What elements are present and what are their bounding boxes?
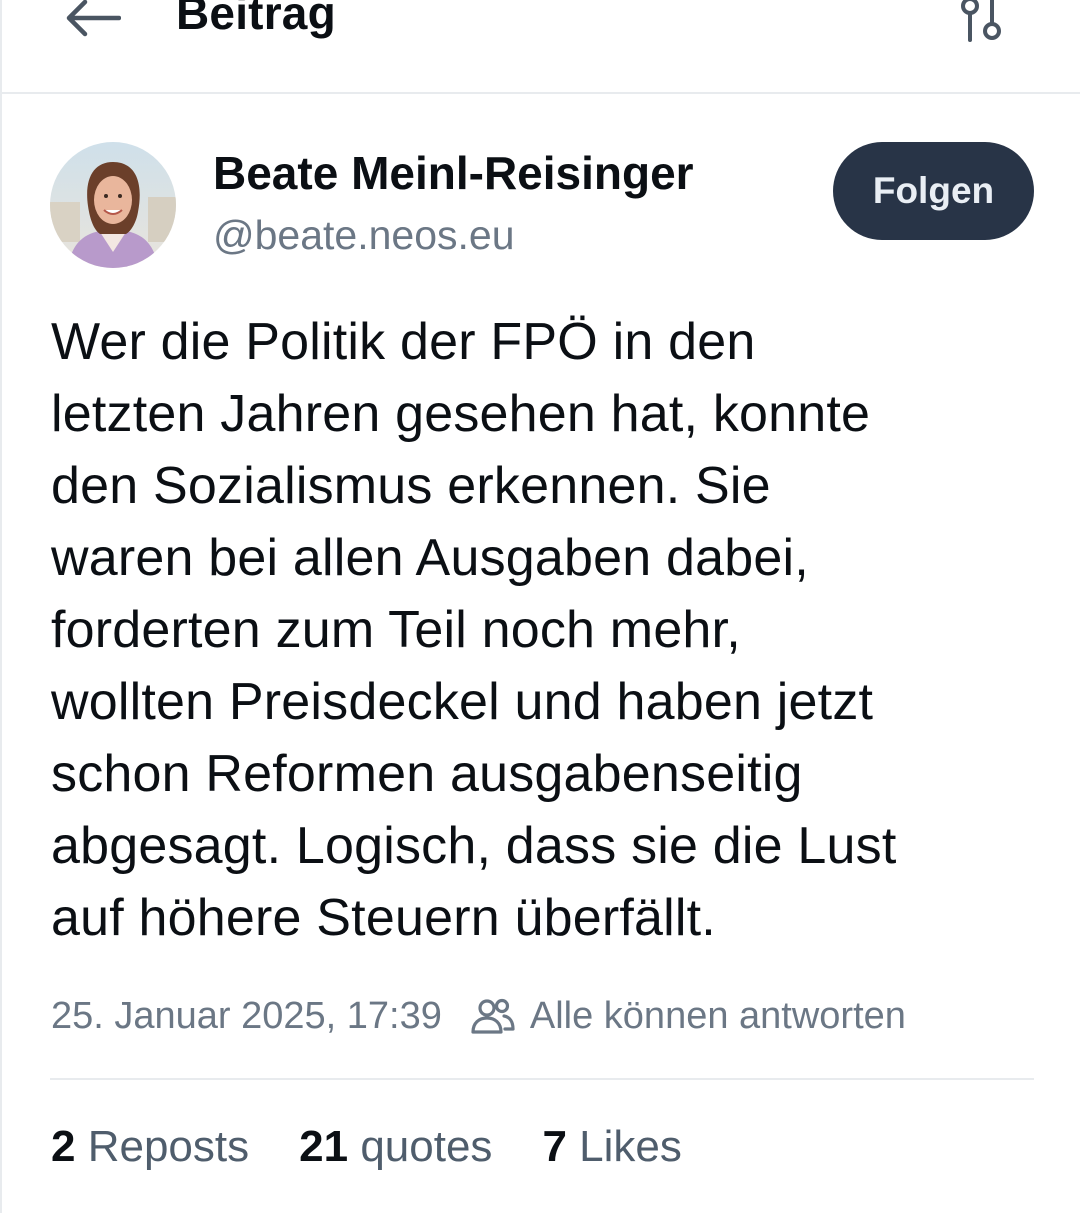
- likes-label: Likes: [579, 1122, 682, 1171]
- post-timestamp: 25. Januar 2025, 17:39: [51, 994, 442, 1037]
- reply-setting-label: Alle können antworten: [529, 994, 906, 1037]
- sliders-icon: [961, 0, 1001, 42]
- reposts-label: Reposts: [87, 1122, 250, 1171]
- reposts-stat[interactable]: 2 Reposts: [51, 1122, 249, 1172]
- people-icon: [470, 996, 516, 1036]
- likes-stat[interactable]: 7 Likes: [542, 1122, 681, 1172]
- top-bar: Beitrag: [2, 0, 1080, 94]
- quotes-stat[interactable]: 21 quotes: [299, 1122, 492, 1172]
- post-stats: 2 Reposts 21 quotes 7 Likes: [51, 1122, 732, 1172]
- likes-count: 7: [542, 1122, 567, 1171]
- back-button[interactable]: [58, 0, 126, 46]
- post-meta: 25. Januar 2025, 17:39 Alle können antwo…: [51, 990, 906, 1042]
- thread-options-button[interactable]: [952, 0, 1012, 48]
- reposts-count: 2: [51, 1122, 76, 1171]
- page-title: Beitrag: [176, 0, 336, 39]
- arrow-left-icon: [66, 0, 121, 37]
- post-text: Wer die Politik der FPÖ in den letzten J…: [51, 313, 897, 947]
- quotes-count: 21: [299, 1122, 349, 1171]
- divider: [50, 1078, 1034, 1080]
- author-handle[interactable]: @beate.neos.eu: [213, 212, 515, 259]
- follow-button[interactable]: Folgen: [833, 142, 1034, 240]
- avatar-photo: [50, 142, 176, 268]
- post-thread-page: Beitrag Beate Meinl-Reisinger @beate.neo…: [0, 0, 1080, 1213]
- author-name[interactable]: Beate Meinl-Reisinger: [213, 146, 694, 200]
- author-avatar[interactable]: [50, 142, 176, 268]
- reply-setting[interactable]: Alle können antworten: [470, 995, 906, 1038]
- quotes-label: quotes: [360, 1122, 493, 1171]
